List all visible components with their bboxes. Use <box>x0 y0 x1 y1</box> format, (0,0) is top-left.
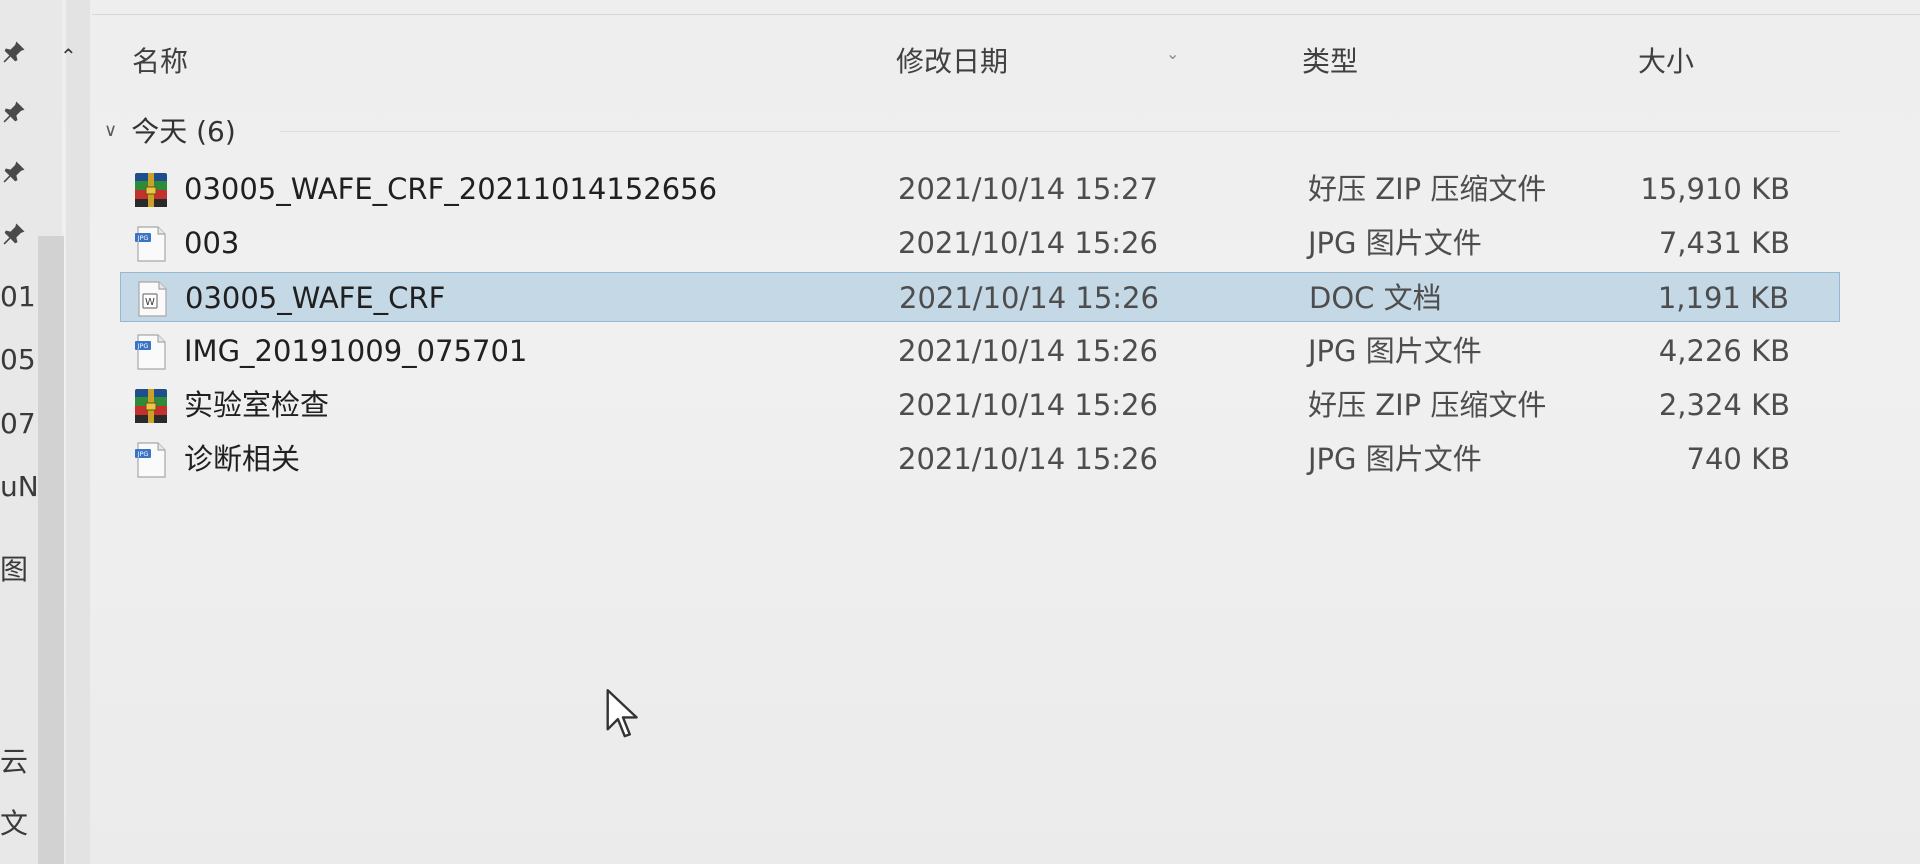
pin-icon[interactable] <box>0 220 28 248</box>
file-date-modified: 2021/10/14 15:27 <box>898 172 1158 206</box>
file-type: JPG 图片文件 <box>1308 442 1482 476</box>
nav-item-label[interactable]: 05 <box>0 346 36 374</box>
nav-scrollbar-track[interactable] <box>66 0 90 864</box>
svg-text:JPG: JPG <box>137 234 149 242</box>
word-document-icon: W <box>133 280 171 318</box>
zip-archive-icon <box>132 171 170 209</box>
pin-icon[interactable] <box>0 98 28 126</box>
jpg-file-icon: JPG <box>132 441 170 479</box>
nav-item-label[interactable]: 云 <box>0 748 28 776</box>
file-row[interactable]: 03005_WAFE_CRF_20211014152656 2021/10/14 … <box>120 164 1840 214</box>
jpg-file-icon: JPG <box>132 333 170 371</box>
nav-item-label[interactable]: 图 <box>0 556 28 584</box>
nav-item-label[interactable]: 01 <box>0 283 36 311</box>
file-size: 2,324 KB <box>1658 388 1790 422</box>
chevron-up-icon[interactable]: ⌃ <box>60 46 77 66</box>
zip-archive-icon <box>132 387 170 425</box>
pin-icon[interactable] <box>0 158 28 186</box>
nav-item-label[interactable]: uN <box>0 473 39 501</box>
group-title: 今天 (6) <box>131 115 236 148</box>
file-size: 1,191 KB <box>1657 281 1789 315</box>
file-size: 15,910 KB <box>1640 172 1790 206</box>
file-row[interactable]: JPG IMG_20191009_075701 2021/10/14 15:26 JP… <box>120 326 1840 376</box>
group-divider <box>280 131 1840 132</box>
file-type: JPG 图片文件 <box>1308 226 1482 260</box>
toolbar-divider <box>92 0 1920 15</box>
file-name: 003 <box>184 226 240 260</box>
column-header-name[interactable]: 名称 <box>132 40 188 80</box>
chevron-down-icon: ⌄ <box>1166 44 1180 63</box>
file-name: IMG_20191009_075701 <box>184 334 528 368</box>
file-date-modified: 2021/10/14 15:26 <box>898 388 1158 422</box>
file-size: 7,431 KB <box>1658 226 1790 260</box>
nav-item-label[interactable]: 文 <box>0 810 28 838</box>
svg-text:JPG: JPG <box>137 342 149 350</box>
file-date-modified: 2021/10/14 15:26 <box>899 281 1159 315</box>
file-size: 740 KB <box>1686 442 1790 476</box>
column-header-size[interactable]: 大小 <box>1638 40 1694 80</box>
file-date-modified: 2021/10/14 15:26 <box>898 334 1158 368</box>
file-row[interactable]: 实验室检查 2021/10/14 15:26 好压 ZIP 压缩文件 2,324 KB <box>120 380 1840 430</box>
file-date-modified: 2021/10/14 15:26 <box>898 442 1158 476</box>
file-type: 好压 ZIP 压缩文件 <box>1308 172 1547 206</box>
pin-icon[interactable] <box>0 38 28 66</box>
svg-text:W: W <box>145 297 155 308</box>
nav-scrollbar-thumb[interactable] <box>38 236 64 864</box>
nav-item-label[interactable]: 07 <box>0 410 36 438</box>
chevron-down-icon[interactable]: ∨ <box>104 120 117 141</box>
file-name: 实验室检查 <box>184 388 330 422</box>
file-size: 4,226 KB <box>1658 334 1790 368</box>
file-name: 03005_WAFE_CRF <box>185 281 446 315</box>
file-name: 03005_WAFE_CRF_20211014152656 <box>184 172 718 206</box>
column-header-date-modified[interactable]: 修改日期 <box>896 40 1008 80</box>
group-header-today[interactable]: ∨ 今天 (6) <box>104 110 236 150</box>
file-type: DOC 文档 <box>1309 281 1442 315</box>
mouse-cursor-icon <box>606 689 638 738</box>
file-date-modified: 2021/10/14 15:26 <box>898 226 1158 260</box>
jpg-file-icon: JPG <box>132 225 170 263</box>
file-type: 好压 ZIP 压缩文件 <box>1308 388 1547 422</box>
column-header-row: 名称 修改日期 ⌄ 类型 大小 <box>92 22 1852 94</box>
file-row[interactable]: JPG 诊断相关 2021/10/14 15:26 JPG 图片文件 740 KB <box>120 434 1840 484</box>
file-row[interactable]: JPG 003 2021/10/14 15:26 JPG 图片文件 7,431 KB <box>120 218 1840 268</box>
file-row[interactable]: W 03005_WAFE_CRF 2021/10/14 15:26 DOC 文档 1,1… <box>120 272 1840 322</box>
column-header-type[interactable]: 类型 <box>1302 40 1358 80</box>
file-name: 诊断相关 <box>184 442 301 476</box>
svg-text:JPG: JPG <box>137 450 149 458</box>
file-type: JPG 图片文件 <box>1308 334 1482 368</box>
